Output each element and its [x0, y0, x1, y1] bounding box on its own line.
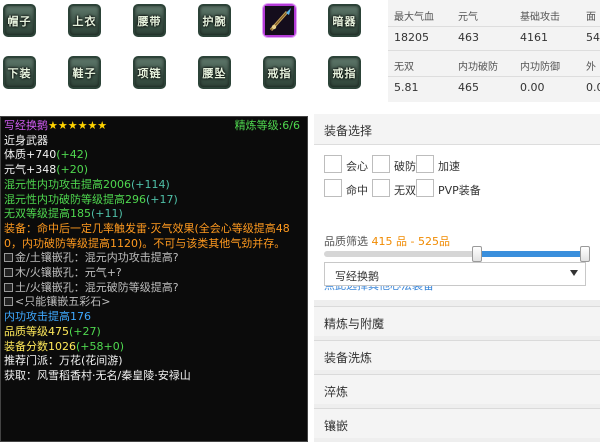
slot-shoes[interactable]: 鞋子 [68, 56, 101, 89]
enchant-bonus: 内功攻击提高176 [4, 310, 91, 324]
recommended-school: 推荐门派：万花(花间游) [4, 354, 123, 368]
slot-ring-1[interactable]: 戒指 [263, 56, 296, 89]
socket-icon [4, 253, 13, 263]
equipment-select-panel: 装备选择 会心 破防 加速 命中 无双 PVP装备 品质筛选 415 品 - 5… [314, 114, 600, 442]
stat-value-defense: 0.00 [520, 81, 545, 94]
attribute-stats-table: 最大气血 元气 基础攻击 面 18205 463 4161 54 无双 内功破防… [388, 0, 600, 102]
slot-bracer[interactable]: 护腕 [198, 4, 231, 37]
socket-icon [4, 297, 13, 307]
equipment-simulator: 帽子 上衣 腰带 护腕 暗器 下装 鞋子 项链 腰坠 戒指 戒指 最大气血 元气… [0, 0, 600, 442]
checkbox-strain[interactable] [372, 179, 390, 197]
item-source: 获取：风雪稻香村·无名/秦皇陵·安禄山 [4, 368, 191, 382]
slider-min-handle[interactable] [472, 246, 482, 262]
slot-ring-2[interactable]: 戒指 [328, 56, 361, 89]
slot-belt[interactable]: 腰带 [133, 4, 166, 37]
magic-penetration-bonus: (+17) [146, 192, 178, 206]
stat-label-spirit: 元气 [458, 12, 478, 23]
stat-value-spirit: 463 [458, 31, 479, 44]
stat-label-cut-off-2: 外 [586, 62, 596, 73]
checkbox-haste[interactable] [416, 155, 434, 173]
socket-five-color: <只能镶嵌五彩石> [15, 295, 111, 309]
slot-hidden-weapon[interactable]: 暗器 [328, 4, 361, 37]
checkbox-pvp-label: PVP装备 [438, 184, 481, 197]
slider-max-handle[interactable] [580, 246, 590, 262]
section-inlay[interactable]: 镶嵌 [314, 408, 600, 438]
quality-range-fill [476, 251, 586, 257]
quality-level: 品质等级475 [4, 324, 69, 338]
socket-icon [4, 268, 13, 278]
attr-constitution: 体质+740 [4, 148, 57, 162]
slot-hat[interactable]: 帽子 [3, 4, 36, 37]
brush-weapon-icon [265, 6, 294, 35]
checkbox-crit[interactable] [324, 155, 342, 173]
stat-value-cut-off-3: 0.00 [586, 81, 600, 94]
socket-icon [4, 282, 13, 292]
stat-value-base-attack: 4161 [520, 31, 548, 44]
socket-metal-earth: 金/土镶嵌孔：混元内功攻击提高? [15, 251, 179, 265]
equip-effect: 装备：命中后一定几率触发雷·灭气效果(全会心等级提高480，内功破防等级提高11… [4, 221, 290, 250]
equipment-dropdown-value: 写经换鹅 [335, 270, 379, 283]
equipment-dropdown[interactable]: 写经换鹅 [324, 262, 586, 286]
stat-label-base-attack: 基础攻击 [520, 12, 560, 23]
magic-attack-bonus: (+114) [131, 177, 170, 191]
strain-rating: 无双等级提高185 [4, 207, 91, 221]
stat-label-max-hp: 最大气血 [394, 12, 434, 23]
slot-pendant[interactable]: 腰坠 [198, 56, 231, 89]
stat-value-max-hp: 18205 [394, 31, 429, 44]
equipment-score-bonus: (+58+0) [76, 339, 125, 353]
section-quench[interactable]: 淬炼 [314, 374, 600, 404]
star-rating: ★★★★★★ [48, 119, 108, 132]
stat-value-cut-off: 54 [586, 31, 600, 44]
quality-range-label: 品质筛选 415 品 - 525品 [324, 233, 450, 249]
stat-label-defense: 内功防御 [520, 62, 560, 73]
quality-level-bonus: (+27) [69, 324, 101, 338]
slot-necklace[interactable]: 项链 [133, 56, 166, 89]
tooltip-header: 写经换鹅★★★★★★ 精炼等级:6/6 [4, 119, 304, 134]
stat-label-strain: 无双 [394, 62, 414, 73]
quality-range-slider[interactable] [324, 246, 590, 262]
magic-attack: 混元性内功攻击提高2006 [4, 177, 131, 191]
equipment-select-header[interactable]: 装备选择 [314, 114, 600, 144]
slot-top[interactable]: 上衣 [68, 4, 101, 37]
strain-rating-bonus: (+11) [91, 207, 123, 221]
attr-spirit-bonus: (+20) [56, 163, 89, 177]
attr-spirit: 元气+348 [4, 163, 57, 177]
section-wash[interactable]: 装备洗炼 [314, 340, 600, 370]
stat-label-cut-off: 面 [586, 12, 596, 23]
checkbox-penetration[interactable] [372, 155, 390, 173]
item-type: 近身武器 [4, 133, 48, 147]
equipment-score: 装备分数1026 [4, 339, 76, 353]
stat-value-strain: 5.81 [394, 81, 419, 94]
checkbox-haste-label: 加速 [438, 160, 460, 173]
checkbox-penetration-label: 破防 [394, 160, 416, 173]
stat-value-penetration: 465 [458, 81, 479, 94]
item-name: 写经换鹅 [4, 119, 48, 132]
checkbox-hit-label: 命中 [346, 184, 368, 197]
quality-range-value: 415 品 - 525品 [371, 235, 450, 248]
refine-level: 精炼等级:6/6 [234, 119, 300, 132]
slot-pants[interactable]: 下装 [3, 56, 36, 89]
checkbox-pvp[interactable] [416, 179, 434, 197]
magic-penetration: 混元性内功破防等级提高296 [4, 192, 146, 206]
checkbox-strain-label: 无双 [394, 184, 416, 197]
stat-label-penetration: 内功破防 [458, 62, 498, 73]
checkbox-crit-label: 会心 [346, 160, 368, 173]
socket-wood-fire: 木/火镶嵌孔：元气+? [15, 266, 122, 280]
attr-constitution-bonus: (+42) [56, 148, 89, 162]
item-tooltip: 写经换鹅★★★★★★ 精炼等级:6/6 近身武器 体质+740(+42) 元气+… [0, 116, 308, 442]
equipment-slot-grid: 帽子 上衣 腰带 护腕 暗器 下装 鞋子 项链 腰坠 戒指 戒指 [0, 0, 380, 112]
socket-earth-fire: 土/火镶嵌孔：混元破防等级提高? [15, 280, 179, 294]
chevron-down-icon [570, 270, 578, 276]
slot-weapon[interactable] [263, 4, 296, 37]
checkbox-hit[interactable] [324, 179, 342, 197]
quality-range-prefix: 品质筛选 [324, 235, 368, 248]
section-refine-enchant[interactable]: 精炼与附魔 [314, 306, 600, 336]
